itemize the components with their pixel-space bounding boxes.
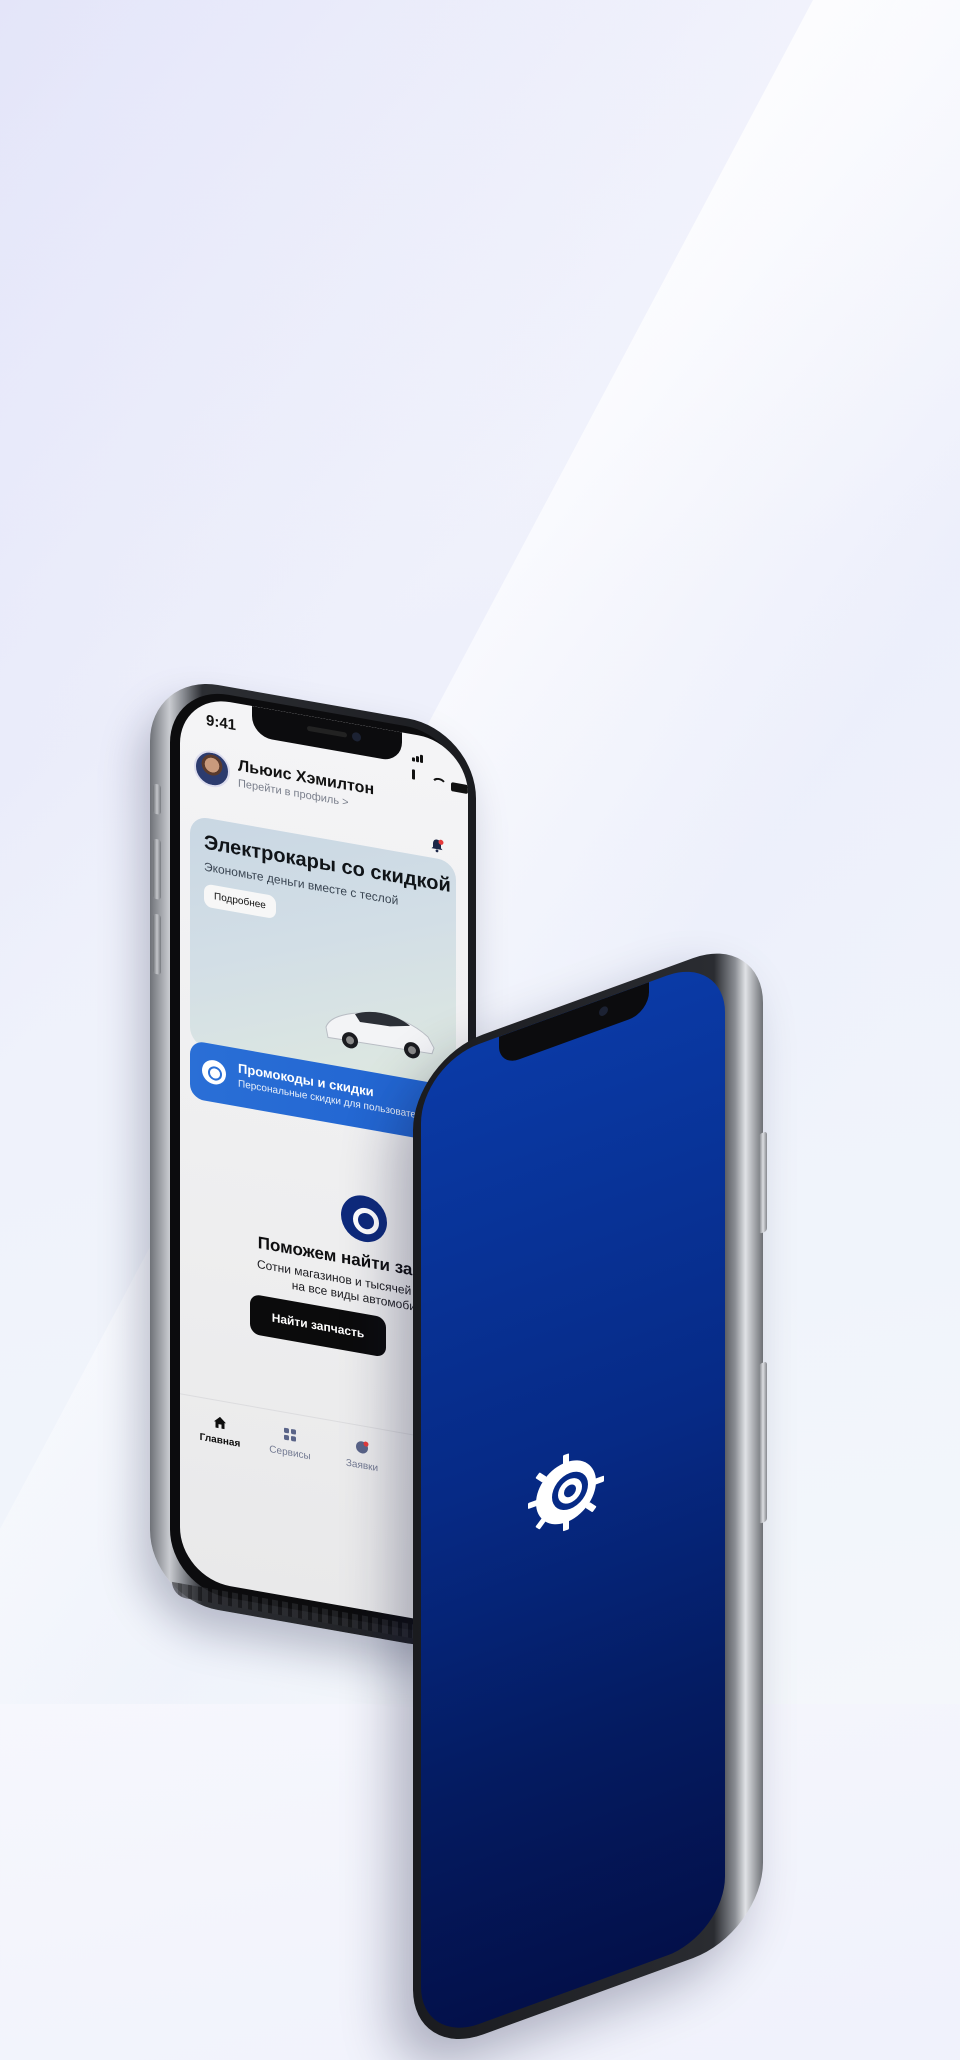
front-camera [352,731,361,743]
status-icons [412,748,468,795]
front-camera [599,1005,608,1018]
phone-mockup-splash [413,932,767,2060]
gear-ring-logo-icon [341,1191,387,1246]
gear-ring-logo-icon [528,1453,604,1532]
grid-icon [284,1427,296,1442]
tab-requests[interactable]: Заявки [332,1435,392,1477]
more-button[interactable]: Подробнее [204,883,276,920]
phone-notch [499,982,649,1067]
wifi-icon [431,776,447,791]
tab-home[interactable]: Главная [190,1410,250,1452]
home-icon [214,1416,226,1430]
bell-icon[interactable] [430,837,444,853]
profile-header[interactable]: Льюис Хэмилтон Перейти в профиль > [194,747,374,816]
tab-services-label: Сервисы [269,1444,311,1463]
tab-requests-label: Заявки [345,1457,379,1475]
status-time: 9:41 [206,711,237,735]
phone-side-button [759,1131,767,1235]
battery-icon [450,782,468,795]
phone-side-button [153,783,161,815]
tab-home-label: Главная [199,1431,241,1450]
chevron-right-icon: > [342,795,349,810]
signal-icon [412,748,427,787]
splash-screen [421,954,725,2046]
phone-side-button [153,913,161,975]
avatar[interactable] [194,747,230,791]
phone-side-button [759,1361,767,1525]
phone-side-button [153,838,161,900]
car-image [325,1011,435,1059]
tab-services[interactable]: Сервисы [260,1422,320,1464]
percent-badge-icon [202,1058,226,1087]
requests-icon [356,1441,369,1454]
earpiece [307,725,347,738]
